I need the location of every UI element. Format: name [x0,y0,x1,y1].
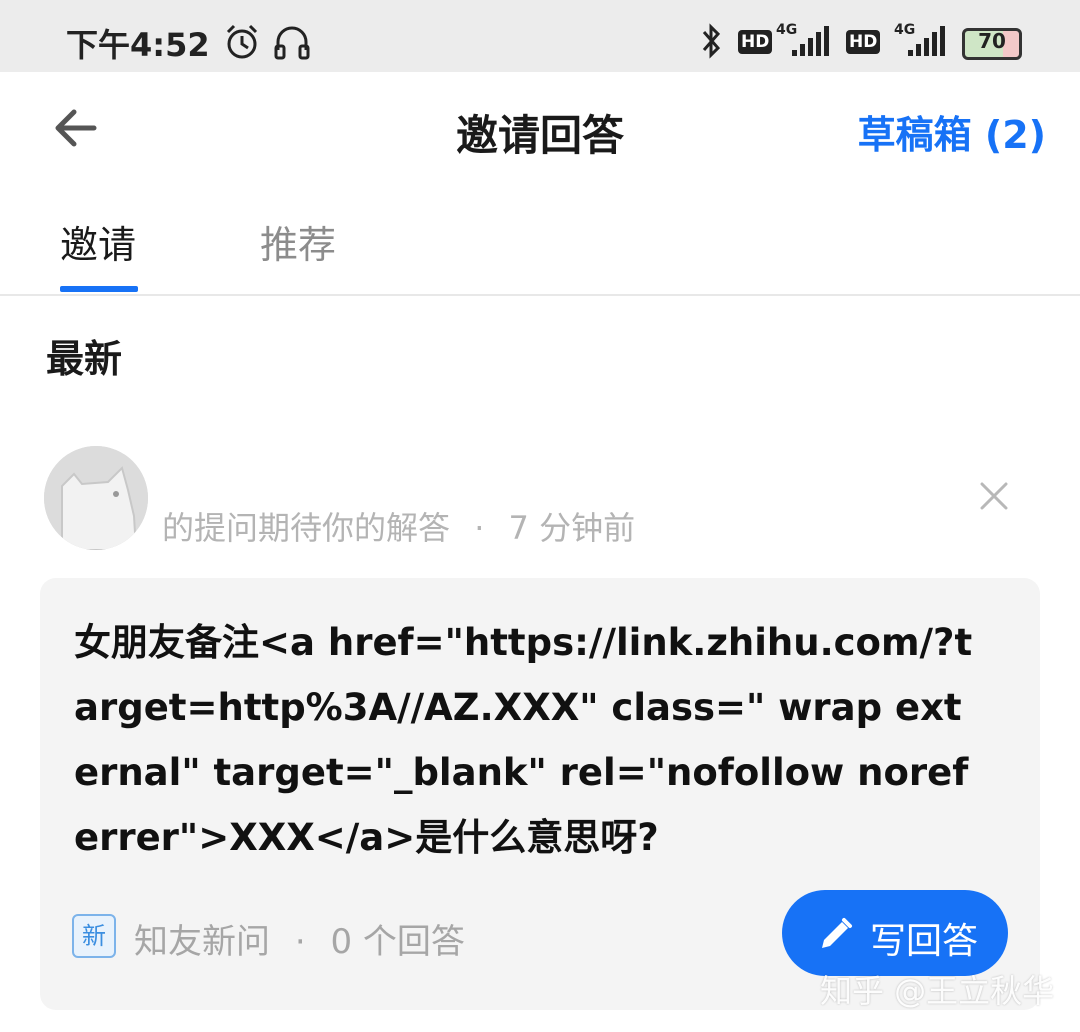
watermark: 知乎 @王立秋华 [820,972,1055,1010]
meta-separator: · [294,922,306,962]
write-answer-button[interactable]: 写回答 [782,890,1008,976]
battery-level: 70 [978,29,1006,53]
headset-icon [274,26,310,60]
hd-badge-1: HD [738,30,773,54]
alarm-icon [226,24,258,59]
pencil-icon [822,918,852,948]
signal-icon [792,26,829,56]
invite-meta: 的提问期待你的解答 · 7 分钟前 [162,503,635,549]
section-title-latest: 最新 [46,337,123,381]
dog-avatar-icon [44,446,148,550]
new-badge: 新 [72,914,116,958]
tab-invite[interactable]: 邀请 [60,214,136,269]
tab-bar: 邀请 推荐 [0,184,1080,296]
meta-separator: · [474,509,485,547]
question-card[interactable]: 女朋友备注<a href="https://link.zhihu.com/?ta… [40,578,1040,1010]
invite-time: 7 分钟前 [508,509,636,547]
write-answer-label: 写回答 [870,921,979,962]
battery-icon: 70 [962,28,1022,60]
avatar[interactable] [44,446,148,550]
drafts-button[interactable]: 草稿箱 (2) [858,104,1046,159]
bluetooth-icon [702,23,721,59]
status-bar: 下午4:52 HD 4G HD 4G 70 [0,0,1080,72]
close-icon[interactable] [978,480,1010,512]
invite-meta-text: 的提问期待你的解答 [162,509,451,547]
question-source: 知友新问 [134,922,270,962]
signal-icon-2 [908,26,945,56]
app-bar: 邀请回答 草稿箱 (2) [0,72,1080,184]
hd-badge-2: HD [846,30,881,54]
tab-recommend[interactable]: 推荐 [260,214,336,269]
tab-active-indicator [60,286,138,292]
question-meta: 知友新问 · 0 个回答 [134,914,465,963]
answer-count: 0 个回答 [330,922,465,962]
status-time: 下午4:52 [66,26,210,64]
question-title[interactable]: 女朋友备注<a href="https://link.zhihu.com/?ta… [74,610,974,870]
